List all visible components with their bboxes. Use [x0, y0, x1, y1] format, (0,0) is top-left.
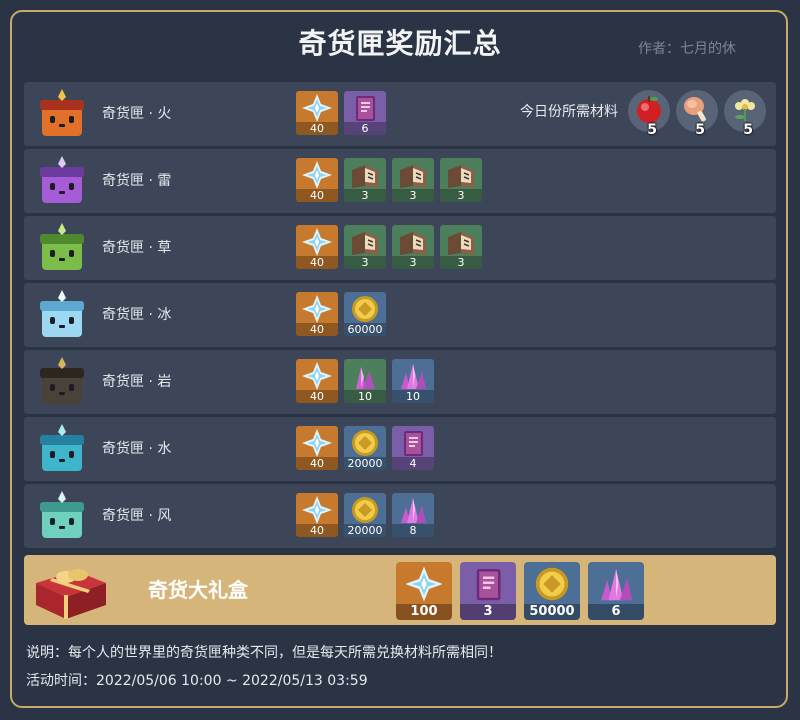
reward-item: 40 [296, 292, 338, 336]
reward-count: 3 [392, 256, 434, 269]
box-name: 奇货匣 · 火 [102, 106, 172, 122]
box-row: 奇货匣 · 风 40 20000 8 [24, 484, 776, 548]
material-item: 5 [676, 90, 718, 138]
reward-count: 3 [440, 256, 482, 269]
gift-reward-item: 6 [588, 562, 644, 620]
reward-item: 6 [344, 91, 386, 135]
reward-count: 40 [296, 189, 338, 202]
reward-item: 20000 [344, 426, 386, 470]
material-count: 5 [695, 122, 705, 138]
electro-box-icon [40, 156, 84, 203]
reward-item: 3 [440, 225, 482, 269]
reward-list: 40 60000 [296, 292, 386, 338]
box-row: 奇货匣 · 草 40 3 3 3 [24, 216, 776, 280]
gift-box-icon [36, 569, 106, 619]
daily-materials-label: 今日份所需材料 [520, 104, 618, 120]
anemo-box-icon [40, 491, 84, 538]
box-row: 奇货匣 · 冰 40 60000 [24, 283, 776, 347]
gift-label: 奇货大礼盒 [148, 578, 248, 602]
gift-reward-list: 100 3 50000 6 [396, 562, 644, 620]
reward-item: 40 [296, 225, 338, 269]
reward-item: 3 [440, 158, 482, 202]
note-text: 说明：每个人的世界里的奇货匣种类不同，但是每天所需兑换材料所需相同！ [26, 645, 502, 661]
reward-list: 40 3 3 3 [296, 225, 482, 271]
reward-item: 10 [344, 359, 386, 403]
material-item: 5 [724, 90, 766, 138]
box-row: 奇货匣 · 岩 40 10 10 [24, 350, 776, 414]
reward-count: 40 [296, 457, 338, 470]
box-name: 奇货匣 · 水 [102, 441, 172, 457]
reward-count: 3 [344, 256, 386, 269]
gift-reward-item: 3 [460, 562, 516, 620]
pyro-box-icon [40, 89, 84, 136]
daily-materials: 今日份所需材料 5 5 5 [520, 90, 766, 138]
reward-count: 60000 [344, 323, 386, 336]
reward-count: 20000 [344, 457, 386, 470]
material-count: 5 [743, 122, 753, 138]
reward-count: 3 [392, 189, 434, 202]
box-row: 奇货匣 · 雷 40 3 3 3 [24, 149, 776, 213]
box-name: 奇货匣 · 雷 [102, 173, 172, 189]
reward-item: 3 [392, 225, 434, 269]
reward-list: 40 3 3 3 [296, 158, 482, 204]
reward-item: 40 [296, 493, 338, 537]
dendro-box-icon [40, 223, 84, 270]
box-name: 奇货匣 · 岩 [102, 374, 172, 390]
reward-count: 40 [296, 524, 338, 537]
reward-item: 4 [392, 426, 434, 470]
reward-item: 40 [296, 426, 338, 470]
reward-count: 10 [392, 390, 434, 403]
gift-reward-item: 50000 [524, 562, 580, 620]
reward-count: 40 [296, 256, 338, 269]
event-time-text: 活动时间：2022/05/06 10:00 ~ 2022/05/13 03:59 [26, 673, 368, 689]
author-credit: 作者：七月的休 [638, 41, 736, 57]
gift-box-row: 奇货大礼盒 100 3 50000 6 [24, 555, 776, 625]
box-name: 奇货匣 · 草 [102, 240, 172, 256]
reward-count: 3 [440, 189, 482, 202]
hydro-box-icon [40, 424, 84, 471]
reward-count: 40 [296, 122, 338, 135]
gift-reward-count: 50000 [524, 604, 580, 620]
box-row: 奇货匣 · 水 40 20000 4 [24, 417, 776, 481]
reward-count: 40 [296, 323, 338, 336]
reward-count: 3 [344, 189, 386, 202]
reward-list: 40 20000 4 [296, 426, 434, 472]
reward-count: 40 [296, 390, 338, 403]
reward-item: 40 [296, 158, 338, 202]
reward-count: 6 [344, 122, 386, 135]
gift-reward-count: 6 [588, 604, 644, 620]
geo-box-icon [40, 357, 84, 404]
box-name: 奇货匣 · 风 [102, 508, 172, 524]
reward-list: 40 20000 8 [296, 493, 434, 539]
reward-item: 3 [344, 158, 386, 202]
reward-list: 40 6 [296, 91, 386, 137]
material-item: 5 [628, 90, 670, 138]
reward-count: 4 [392, 457, 434, 470]
reward-item: 60000 [344, 292, 386, 336]
gift-reward-count: 100 [396, 604, 452, 620]
box-row: 奇货匣 · 火 40 6 今日份所需材料 5 5 5 [24, 82, 776, 146]
reward-item: 20000 [344, 493, 386, 537]
material-count: 5 [647, 122, 657, 138]
cryo-box-icon [40, 290, 84, 337]
reward-count: 10 [344, 390, 386, 403]
reward-list: 40 10 10 [296, 359, 434, 405]
reward-item: 40 [296, 359, 338, 403]
reward-item: 3 [392, 158, 434, 202]
reward-item: 8 [392, 493, 434, 537]
reward-count: 8 [392, 524, 434, 537]
reward-count: 20000 [344, 524, 386, 537]
reward-item: 3 [344, 225, 386, 269]
gift-reward-count: 3 [460, 604, 516, 620]
gift-reward-item: 100 [396, 562, 452, 620]
reward-item: 40 [296, 91, 338, 135]
reward-item: 10 [392, 359, 434, 403]
box-name: 奇货匣 · 冰 [102, 307, 172, 323]
